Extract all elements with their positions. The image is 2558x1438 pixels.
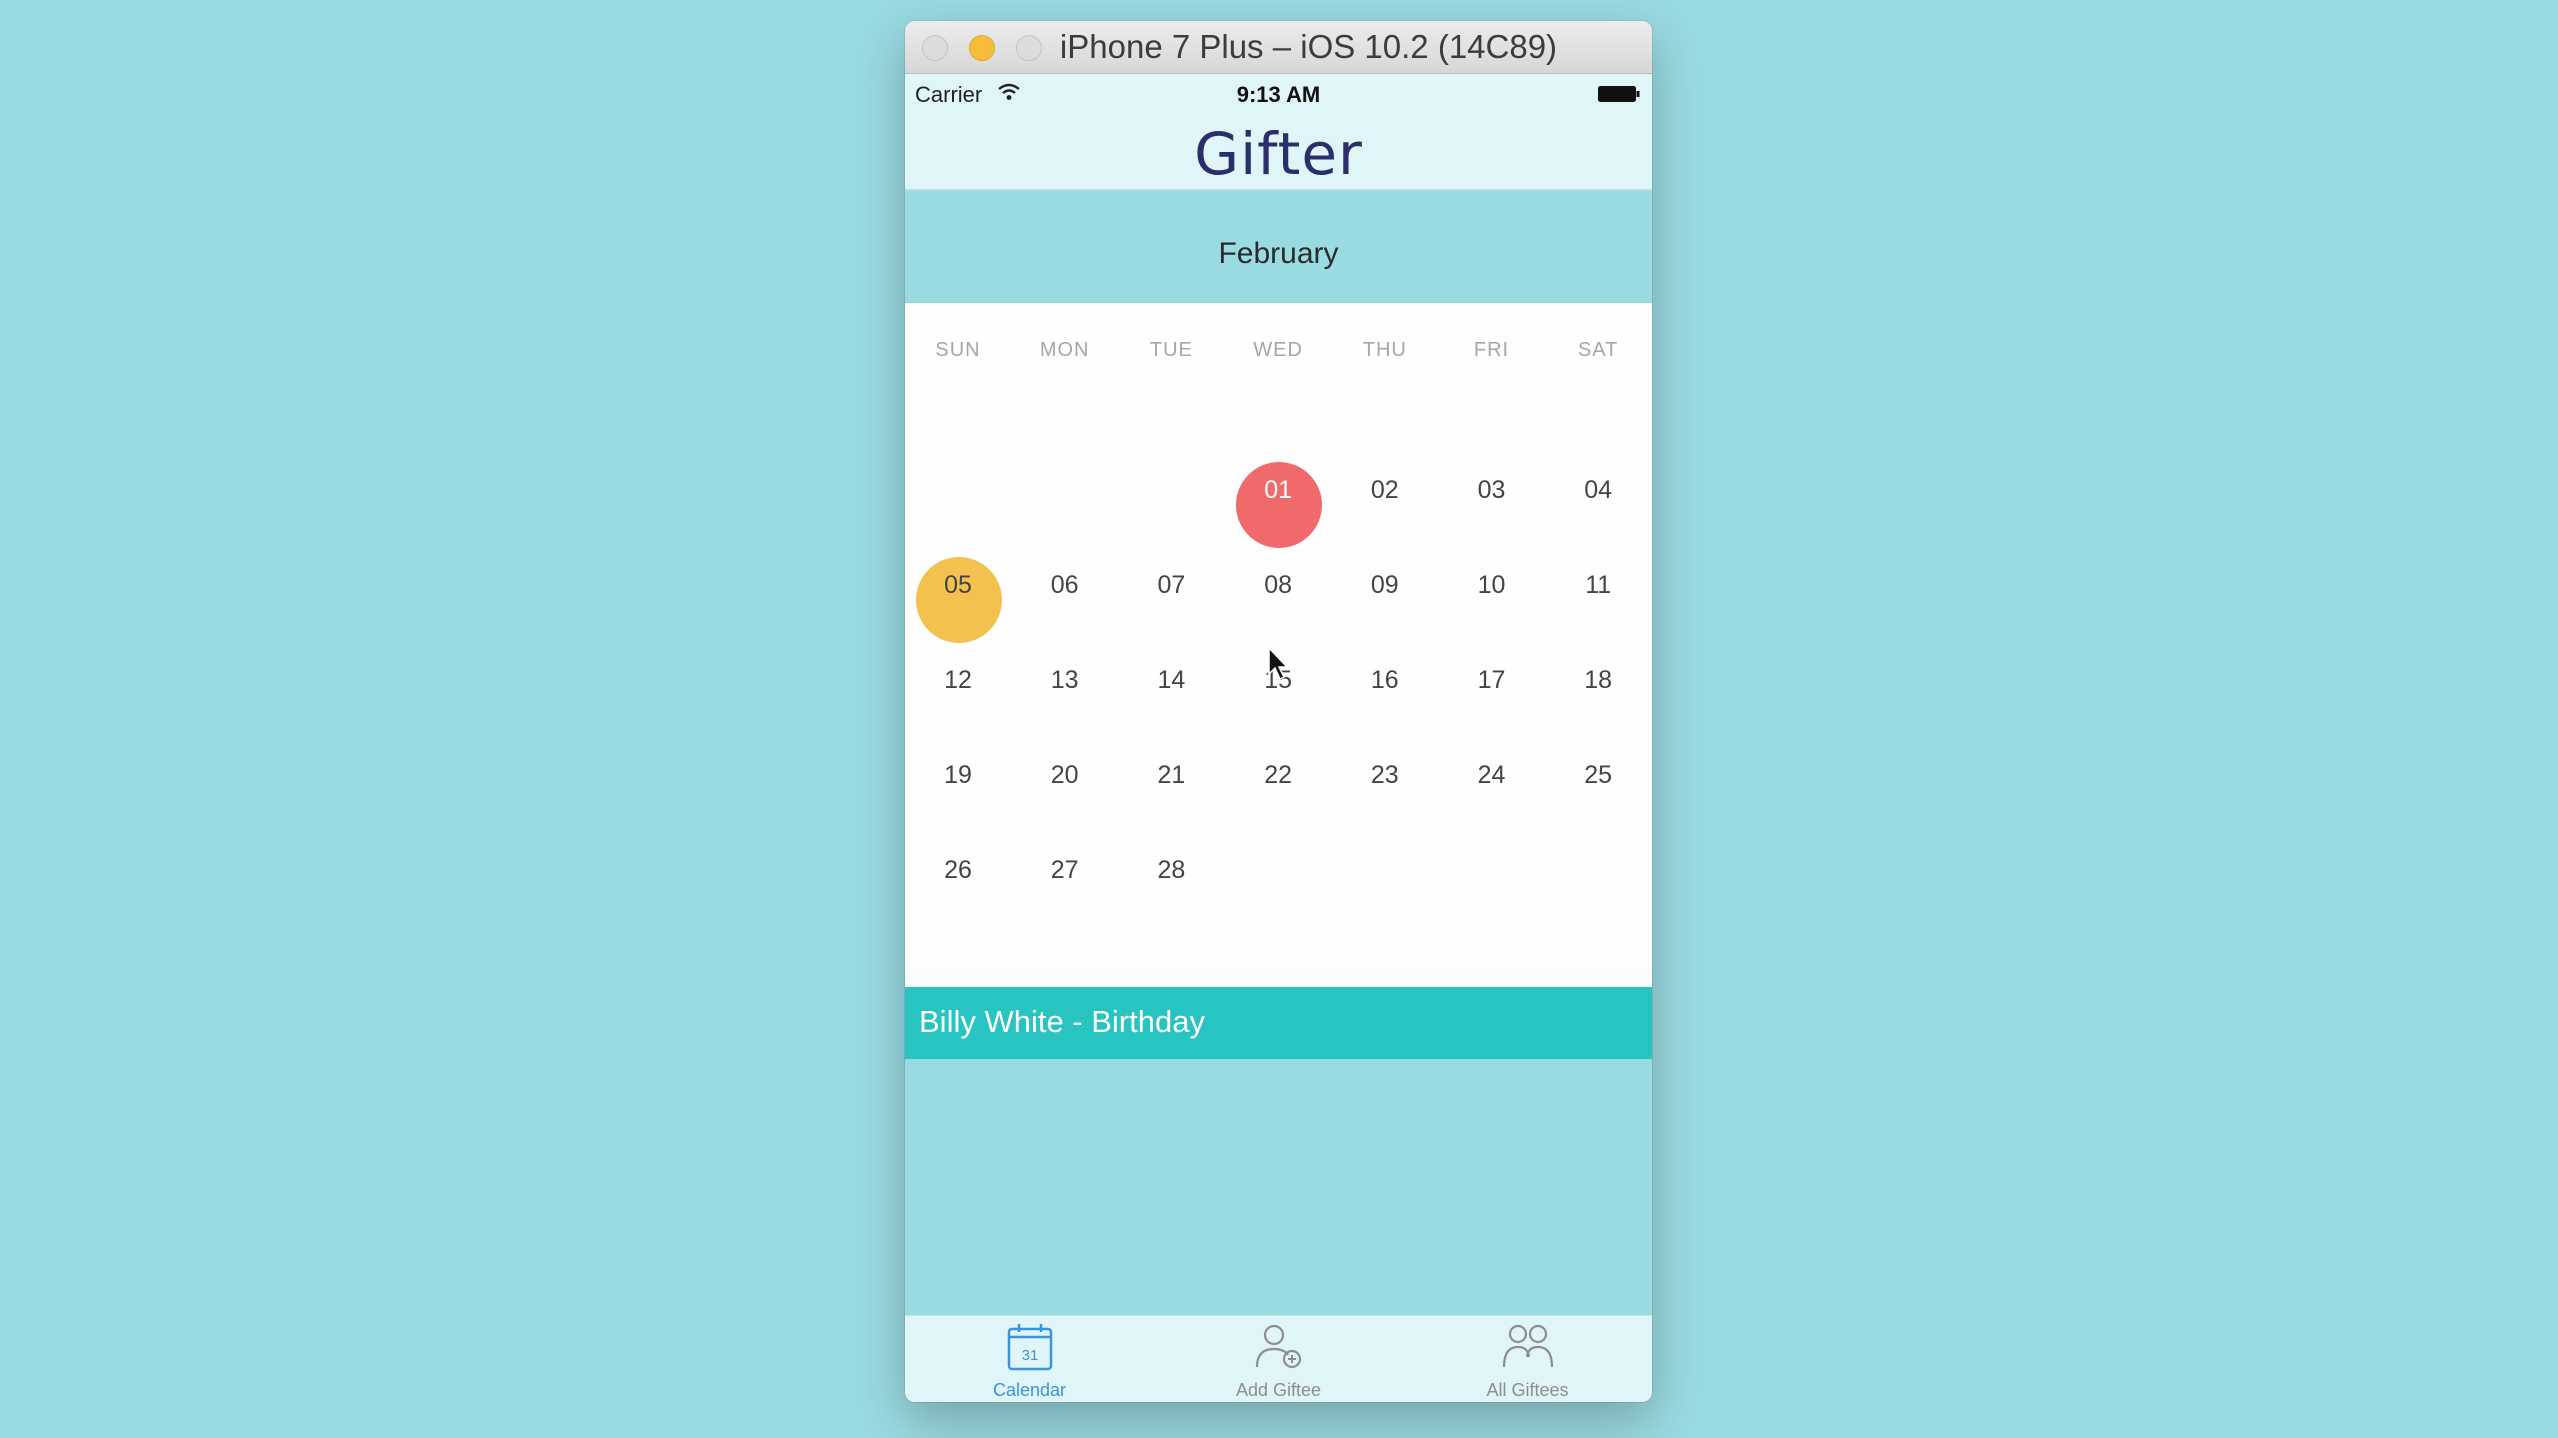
navigation-bar: Gifter (905, 114, 1652, 191)
day-number: 09 (1370, 571, 1399, 599)
weekday-label: MON (1039, 339, 1090, 361)
day-number: 18 (1584, 666, 1613, 694)
day-number: 02 (1370, 476, 1399, 504)
day-number: 28 (1157, 856, 1186, 884)
calendar-day[interactable]: 24 (1439, 761, 1545, 851)
mouse-cursor-icon (1268, 646, 1289, 681)
calendar-icon: 31 (1007, 1324, 1053, 1371)
calendar-day[interactable]: 03 (1439, 476, 1545, 566)
people-icon (1503, 1324, 1553, 1368)
calendar-day[interactable]: 21 (1118, 761, 1224, 851)
day-number: 10 (1477, 571, 1506, 599)
day-number: 06 (1050, 571, 1079, 599)
day-number: 12 (944, 666, 972, 694)
tab-add-giftee[interactable]: Add Giftee (1154, 1316, 1403, 1402)
calendar-day[interactable]: 14 (1118, 666, 1224, 756)
day-number: 22 (1264, 761, 1292, 789)
calendar-day[interactable]: 06 (1012, 571, 1118, 661)
month-header: February (905, 191, 1652, 303)
status-time: 9:13 AM (1236, 82, 1321, 107)
tab-bar: 31 Calendar Add Giftee All Giftees (905, 1315, 1652, 1402)
day-number: 21 (1157, 761, 1186, 789)
calendar-icon-badge: 31 (1022, 1347, 1039, 1364)
calendar-day[interactable]: 25 (1545, 761, 1651, 851)
calendar-day[interactable]: 05 (905, 557, 1011, 661)
calendar-day[interactable]: 10 (1439, 571, 1545, 661)
month-label: February (1218, 237, 1339, 270)
day-number: 14 (1157, 666, 1186, 694)
calendar-day[interactable]: 23 (1332, 761, 1438, 851)
event-row[interactable]: Billy White - Birthday (905, 987, 1652, 1059)
calendar-day[interactable]: 20 (1012, 761, 1118, 851)
day-number: 08 (1264, 571, 1292, 599)
day-number: 13 (1050, 666, 1079, 694)
calendar-day[interactable]: 09 (1332, 571, 1438, 661)
day-number: 07 (1157, 571, 1186, 599)
day-number: 20 (1050, 761, 1079, 789)
window-titlebar[interactable]: iPhone 7 Plus – iOS 10.2 (14C89) (905, 21, 1652, 74)
day-number: 25 (1584, 761, 1613, 789)
day-number: 26 (944, 856, 972, 884)
calendar-day[interactable]: 02 (1332, 476, 1438, 566)
tab-label: All Giftees (1486, 1380, 1569, 1400)
tab-label: Calendar (992, 1380, 1067, 1400)
weekday-label: FRI (1473, 339, 1510, 361)
day-number: 27 (1050, 856, 1079, 884)
weekday-label: WED (1253, 339, 1303, 361)
battery-icon (1598, 86, 1640, 102)
calendar-day[interactable]: 04 (1545, 476, 1651, 566)
event-list-area (905, 1059, 1652, 1315)
calendar-day[interactable]: 17 (1439, 666, 1545, 756)
tab-label: Add Giftee (1235, 1380, 1322, 1400)
weekday-label: TUE (1149, 339, 1193, 361)
calendar-grid: SUN MON TUE WED THU FRI SAT 01 02 03 04 05 06 07 08 09 1… (905, 303, 1652, 968)
weekday-label: THU (1362, 339, 1407, 361)
app-title: Gifter (1194, 120, 1363, 188)
day-highlight (916, 557, 1002, 643)
tab-all-giftees[interactable]: All Giftees (1403, 1316, 1652, 1402)
simulator-window: iPhone 7 Plus – iOS 10.2 (14C89) Carrier… (905, 21, 1652, 1402)
calendar-day[interactable]: 26 (905, 856, 1011, 946)
calendar-day[interactable]: 27 (1012, 856, 1118, 946)
calendar-day[interactable]: 22 (1225, 761, 1331, 851)
day-number: 23 (1370, 761, 1399, 789)
day-number: 17 (1477, 666, 1506, 694)
weekday-label: SUN (935, 339, 981, 361)
weekday-label: SAT (1577, 339, 1619, 361)
add-person-icon (1255, 1324, 1302, 1369)
day-number: 16 (1370, 666, 1399, 694)
status-bar: Carrier 9:13 AM (905, 74, 1652, 114)
device-screen: Carrier 9:13 AM Gifter February SUN MON TU… (905, 74, 1652, 1402)
day-number: 24 (1477, 761, 1506, 789)
calendar-day[interactable]: 07 (1118, 571, 1224, 661)
calendar-day[interactable]: 13 (1012, 666, 1118, 756)
calendar-day[interactable]: 12 (905, 666, 1011, 756)
day-highlight (1236, 462, 1323, 548)
day-number: 11 (1585, 571, 1612, 599)
calendar-day[interactable]: 11 (1545, 571, 1651, 661)
calendar-day[interactable]: 16 (1332, 666, 1438, 756)
calendar-day[interactable]: 01 (1225, 462, 1331, 566)
window-title: iPhone 7 Plus – iOS 10.2 (14C89) (1059, 28, 1558, 65)
calendar-day[interactable]: 28 (1118, 856, 1224, 946)
calendar-day[interactable]: 18 (1545, 666, 1651, 756)
day-number: 04 (1584, 476, 1613, 504)
calendar-day[interactable]: 19 (905, 761, 1011, 851)
day-number: 03 (1477, 476, 1506, 504)
day-number: 01 (1264, 476, 1292, 504)
day-number: 19 (944, 761, 972, 789)
tab-calendar[interactable]: 31 Calendar (905, 1316, 1154, 1402)
event-label: Billy White - Birthday (919, 1004, 1205, 1039)
day-number: 05 (944, 571, 972, 599)
